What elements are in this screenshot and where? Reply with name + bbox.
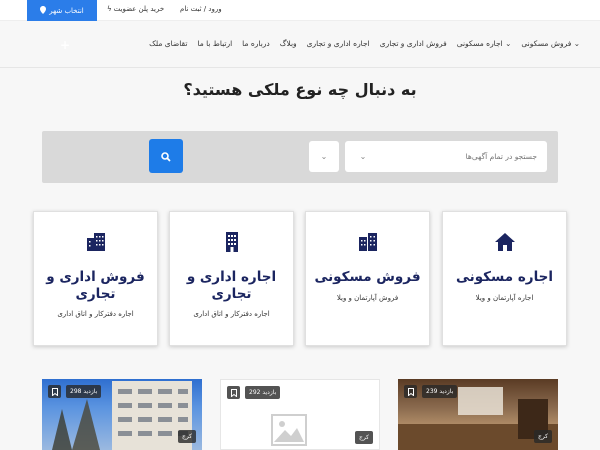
nav-item-contact[interactable]: ارتباط با ما	[197, 39, 232, 48]
category-subtitle: فروش آپارتمان و ویلا	[336, 294, 399, 302]
nav-item-commercial-sale[interactable]: فروش اداری و تجاری	[380, 39, 447, 48]
category-title: فروش مسکونی	[314, 269, 421, 285]
nav-menu: فروش مسکونی ⌄ اجاره مسکونی ⌄ فروش اداری …	[149, 39, 580, 48]
nav-item-about[interactable]: درباره ما	[242, 39, 270, 48]
building-icon	[306, 232, 429, 254]
chevron-down-icon: ⌄	[320, 152, 328, 161]
image-placeholder-icon	[271, 414, 307, 446]
bookmark-icon[interactable]	[404, 385, 417, 398]
house-icon	[443, 232, 566, 254]
bookmark-icon[interactable]	[227, 386, 240, 399]
top-bar: انتخاب شهر ϟ خرید پلن عضویت ورود / ثبت ن…	[0, 0, 600, 21]
buy-membership-label: خرید پلن عضویت	[113, 5, 165, 13]
nav-item-blog[interactable]: وبلاگ	[280, 39, 297, 48]
location-badge: کرج	[177, 430, 196, 443]
main-nav: + فروش مسکونی ⌄ اجاره مسکونی ⌄ فروش ادار…	[0, 21, 600, 68]
location-badge: کرج	[533, 430, 552, 443]
location-badge: کرج	[354, 431, 373, 444]
category-subtitle: اجاره دفترکار و اتاق اداری	[193, 310, 270, 318]
search-button[interactable]	[149, 139, 183, 173]
visit-count-badge: 292 بازدید	[245, 386, 281, 399]
nav-item-commercial-rent[interactable]: اجاره اداری و تجاری	[307, 39, 370, 48]
login-register-link[interactable]: ورود / ثبت نام	[180, 5, 222, 13]
office-building-icon	[170, 232, 293, 254]
category-title: اجاره مسکونی	[455, 269, 553, 285]
filter-select-2[interactable]: ⌄	[309, 141, 339, 172]
add-listing-button[interactable]: +	[60, 38, 70, 52]
visit-count-badge: 239 بازدید	[422, 385, 458, 398]
category-subtitle: اجاره دفترکار و اتاق اداری	[57, 310, 134, 318]
map-pin-icon	[40, 5, 47, 16]
visit-count-badge: 298 بازدید	[66, 385, 102, 398]
office-building-icon	[34, 232, 157, 254]
category-title: اجاره اداری و تجاری	[186, 269, 277, 302]
lightning-icon: ϟ	[107, 5, 112, 13]
category-subtitle: اجاره آپارتمان و ویلا	[475, 294, 534, 302]
filter-select-1[interactable]: ⌄	[347, 141, 379, 172]
select-city-button[interactable]: انتخاب شهر	[27, 0, 97, 21]
category-card-commercial-sale[interactable]: فروش اداری و تجاری اجاره دفترکار و اتاق …	[33, 211, 158, 346]
listing-card[interactable]: 292 بازدید کرج	[220, 379, 380, 450]
category-card-residential-rent[interactable]: اجاره مسکونی اجاره آپارتمان و ویلا	[442, 211, 567, 346]
page-title: به دنبال چه نوع ملکی هستید؟	[183, 80, 417, 99]
buy-membership-link[interactable]: ϟ خرید پلن عضویت	[107, 5, 164, 13]
chevron-down-icon: ⌄	[359, 152, 367, 161]
nav-item-residential-rent[interactable]: اجاره مسکونی ⌄	[457, 39, 512, 48]
listing-card[interactable]: 298 بازدید کرج	[42, 379, 202, 450]
bookmark-icon[interactable]	[48, 385, 61, 398]
category-card-residential-sale[interactable]: فروش مسکونی فروش آپارتمان و ویلا	[305, 211, 430, 346]
category-title: فروش اداری و تجاری	[46, 269, 145, 302]
listing-card[interactable]: 239 بازدید کرج	[398, 379, 558, 450]
search-icon	[161, 147, 171, 166]
search-panel: ⌄ ⌄	[42, 131, 558, 183]
nav-item-residential-sale[interactable]: فروش مسکونی ⌄	[521, 39, 580, 48]
nav-item-property-request[interactable]: تقاضای ملک	[149, 39, 187, 48]
category-card-commercial-rent[interactable]: اجاره اداری و تجاری اجاره دفترکار و اتاق…	[169, 211, 294, 346]
select-city-label: انتخاب شهر	[49, 6, 84, 15]
